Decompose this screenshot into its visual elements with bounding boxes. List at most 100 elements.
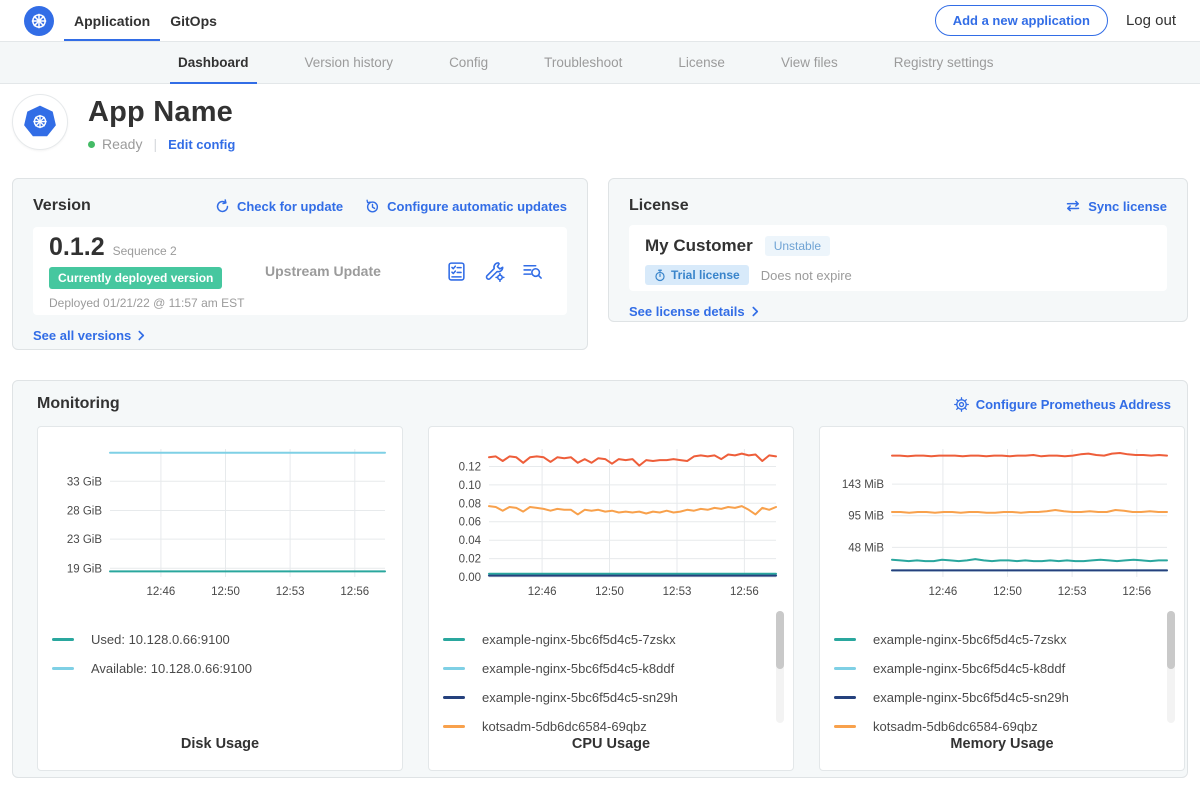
license-card-header: License Sync license (629, 195, 1167, 217)
svg-text:0.12: 0.12 (459, 462, 481, 474)
svg-text:12:56: 12:56 (340, 586, 369, 598)
see-all-versions-link[interactable]: See all versions (33, 328, 145, 343)
svg-text:28 GiB: 28 GiB (67, 506, 102, 518)
legend-color-dash (834, 725, 856, 728)
svg-text:33 GiB: 33 GiB (67, 476, 102, 488)
legend-label: Available: 10.128.0.66:9100 (91, 661, 252, 676)
subnav-tab-dashboard[interactable]: Dashboard (170, 42, 257, 83)
channel-badge: Unstable (765, 236, 830, 256)
legend-item: Available: 10.128.0.66:9100 (52, 654, 388, 683)
legend-label: example-nginx-5bc6f5d4c5-k8ddf (482, 661, 674, 676)
logout-link[interactable]: Log out (1126, 12, 1176, 29)
legend-label: kotsadm-5db6dc6584-69qbz (873, 719, 1038, 734)
legend-scrollbar[interactable] (1167, 611, 1175, 723)
license-card: License Sync license My Customer Unstabl… (608, 178, 1188, 322)
svg-text:12:53: 12:53 (663, 586, 692, 598)
app-title-block: App Name Ready | Edit config (88, 94, 235, 178)
svg-text:12:50: 12:50 (595, 586, 624, 598)
tab-application[interactable]: Application (64, 0, 160, 41)
svg-text:0.08: 0.08 (459, 498, 481, 510)
version-card-header: Version Check for update Configure autom… (33, 195, 567, 217)
top-tabs: Application GitOps (64, 0, 227, 41)
subnav-tab-version-history[interactable]: Version history (297, 42, 402, 83)
svg-text:12:53: 12:53 (276, 586, 305, 598)
kubernetes-logo-icon (24, 6, 54, 36)
license-card-title: License (629, 197, 689, 215)
edit-config-link[interactable]: Edit config (168, 137, 235, 152)
svg-text:0.04: 0.04 (459, 535, 482, 547)
see-license-details-label: See license details (629, 304, 745, 319)
check-update-label: Check for update (237, 199, 343, 214)
disk-usage-legend: Used: 10.128.0.66:9100 Available: 10.128.… (52, 625, 388, 683)
license-panel: My Customer Unstable Trial license Does … (629, 225, 1167, 291)
memory-usage-legend: example-nginx-5bc6f5d4c5-7zskx example-ng… (834, 625, 1170, 741)
tab-gitops[interactable]: GitOps (160, 0, 227, 41)
chevron-right-icon (752, 306, 759, 317)
legend-color-dash (834, 667, 856, 670)
svg-text:12:53: 12:53 (1058, 586, 1087, 598)
subnav-label: Troubleshoot (544, 55, 622, 70)
legend-scrollbar[interactable] (776, 611, 784, 723)
edit-config-label: Edit config (168, 137, 235, 152)
view-logs-icon[interactable] (522, 261, 543, 282)
legend-color-dash (443, 725, 465, 728)
scrollbar-thumb[interactable] (776, 611, 784, 669)
chevron-right-icon (138, 330, 145, 341)
configure-prometheus-link[interactable]: Configure Prometheus Address (954, 397, 1171, 412)
status-badge: Ready (102, 136, 142, 152)
auto-update-icon (365, 199, 380, 214)
scrollbar-thumb[interactable] (1167, 611, 1175, 669)
version-source-label: Upstream Update (265, 263, 381, 279)
customer-name: My Customer (645, 236, 753, 256)
legend-item: example-nginx-5bc6f5d4c5-k8ddf (834, 654, 1170, 683)
legend-label: example-nginx-5bc6f5d4c5-k8ddf (873, 661, 1065, 676)
subnav-tab-license[interactable]: License (670, 42, 733, 83)
configure-automatic-updates-link[interactable]: Configure automatic updates (365, 199, 567, 214)
svg-text:0.10: 0.10 (459, 480, 481, 492)
legend-label: Used: 10.128.0.66:9100 (91, 632, 230, 647)
svg-text:23 GiB: 23 GiB (67, 534, 102, 546)
currently-deployed-badge: Currently deployed version (49, 267, 222, 289)
version-actions (446, 261, 543, 282)
app-status-row: Ready | Edit config (88, 136, 235, 152)
auto-update-label: Configure automatic updates (387, 199, 567, 214)
preflight-checklist-icon[interactable] (446, 261, 467, 282)
subnav-tab-troubleshoot[interactable]: Troubleshoot (536, 42, 630, 83)
disk-usage-chart: 19 GiB23 GiB28 GiB33 GiB12:4612:5012:531… (52, 441, 388, 608)
tab-application-label: Application (74, 13, 150, 29)
version-card: Version Check for update Configure autom… (12, 178, 588, 350)
chart-title-cpu: CPU Usage (429, 736, 793, 752)
monitoring-title: Monitoring (37, 395, 120, 413)
sync-license-link[interactable]: Sync license (1065, 199, 1167, 214)
subnav-tab-view-files[interactable]: View files (773, 42, 846, 83)
svg-text:12:56: 12:56 (730, 586, 759, 598)
gear-icon (954, 397, 969, 412)
current-version-panel: 0.1.2 Sequence 2 Currently deployed vers… (33, 227, 567, 315)
trial-license-label: Trial license (671, 268, 740, 282)
kubernetes-app-icon (22, 104, 58, 140)
legend-label: example-nginx-5bc6f5d4c5-sn29h (873, 690, 1069, 705)
svg-text:19 GiB: 19 GiB (67, 563, 102, 575)
legend-item: example-nginx-5bc6f5d4c5-7zskx (834, 625, 1170, 654)
subnav-label: License (678, 55, 725, 70)
add-application-button[interactable]: Add a new application (935, 5, 1108, 36)
svg-text:12:46: 12:46 (929, 586, 958, 598)
check-for-update-link[interactable]: Check for update (215, 199, 343, 214)
monitoring-header: Monitoring Configure Prometheus Address (25, 395, 1171, 413)
see-license-details-link[interactable]: See license details (629, 304, 759, 319)
disk-usage-chart-card: 19 GiB23 GiB28 GiB33 GiB12:4612:5012:531… (37, 426, 403, 771)
see-all-versions-label: See all versions (33, 328, 131, 343)
tab-gitops-label: GitOps (170, 13, 217, 29)
legend-color-dash (834, 638, 856, 641)
legend-label: example-nginx-5bc6f5d4c5-7zskx (873, 632, 1067, 647)
svg-text:0.06: 0.06 (459, 517, 481, 529)
memory-usage-chart: 48 MiB95 MiB143 MiB12:4612:5012:5312:56 (834, 441, 1170, 608)
svg-text:12:56: 12:56 (1122, 586, 1151, 598)
cpu-usage-legend: example-nginx-5bc6f5d4c5-7zskxexample-ng… (443, 625, 779, 741)
subnav-tab-config[interactable]: Config (441, 42, 496, 83)
sync-license-icon (1065, 199, 1081, 213)
config-wrench-icon[interactable] (484, 261, 505, 282)
legend-color-dash (52, 667, 74, 670)
subnav-tab-registry-settings[interactable]: Registry settings (886, 42, 1002, 83)
version-info: 0.1.2 Sequence 2 Currently deployed vers… (49, 233, 249, 310)
